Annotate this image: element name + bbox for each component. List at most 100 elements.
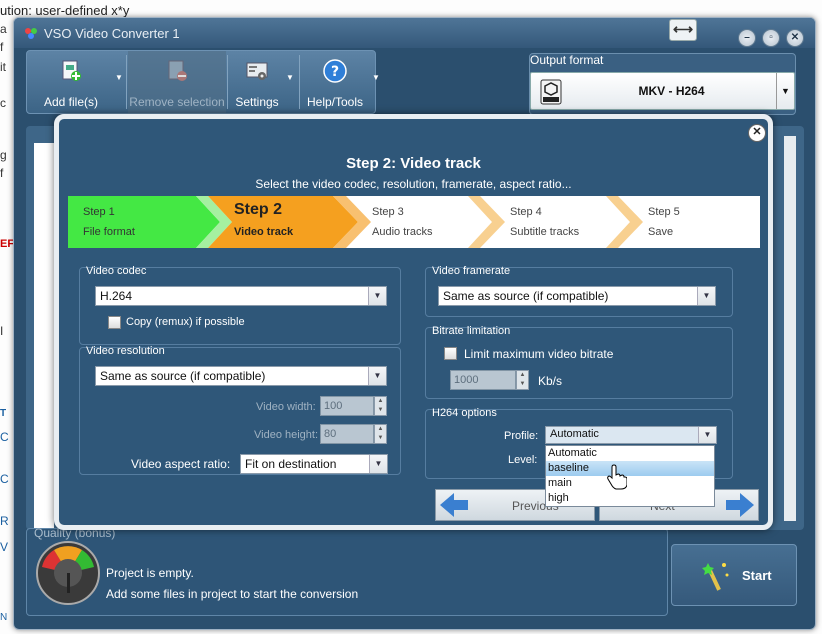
video-track-dialog: ✕ Step 2: Video track Select the video c… xyxy=(54,114,773,530)
file-list-scrollbar[interactable] xyxy=(784,136,796,521)
add-files-dropdown-arrow[interactable]: ▼ xyxy=(115,73,123,82)
start-wand-icon xyxy=(702,563,729,591)
profile-select[interactable]: Automatic ▼ xyxy=(545,426,717,444)
video-resolution-value: Same as source (if compatible) xyxy=(100,369,266,383)
video-codec-group: Video codec H.264 ▼ Copy (remux) if poss… xyxy=(79,265,401,345)
add-files-button[interactable]: Add file(s) xyxy=(27,51,115,113)
video-codec-select[interactable]: H.264 ▼ xyxy=(95,286,387,306)
output-format-label: Output format xyxy=(530,53,604,67)
output-format-dropdown-arrow[interactable]: ▼ xyxy=(776,73,794,109)
limit-bitrate-checkbox[interactable] xyxy=(444,347,457,360)
bg-fragment: T xyxy=(0,408,7,419)
video-framerate-value: Same as source (if compatible) xyxy=(443,289,609,303)
video-aspect-ratio-value: Fit on destination xyxy=(245,457,337,471)
step-name: File format xyxy=(83,226,135,238)
bitrate-limitation-label: Bitrate limitation xyxy=(432,325,511,337)
video-width-label: Video width: xyxy=(256,401,316,413)
limit-bitrate-label: Limit maximum video bitrate xyxy=(464,347,614,361)
background-text: ution: user-defined x*y xyxy=(0,3,130,18)
profile-option-main[interactable]: main xyxy=(546,476,714,491)
video-width-spinner[interactable]: 100 ▲ ▼ xyxy=(320,396,387,416)
remove-selection-button[interactable]: Remove selection xyxy=(128,51,226,113)
help-tools-button[interactable]: ? Help/Tools xyxy=(300,51,370,113)
video-framerate-group: Video framerate Same as source (if compa… xyxy=(425,265,733,317)
remove-selection-label: Remove selection xyxy=(129,95,225,109)
bg-fragment: N xyxy=(0,612,8,623)
start-label: Start xyxy=(742,568,772,583)
status-project-empty: Project is empty. xyxy=(106,566,194,580)
close-button[interactable]: ✕ xyxy=(786,29,804,47)
window-title: VSO Video Converter 1 xyxy=(44,26,180,41)
start-button[interactable]: Start xyxy=(671,544,797,606)
video-height-spinner[interactable]: 80 ▲ ▼ xyxy=(320,424,387,444)
chevron-down-icon: ▼ xyxy=(368,367,386,385)
video-codec-value: H.264 xyxy=(100,289,133,303)
step-number: Step 3 xyxy=(372,206,404,218)
bg-fragment: I xyxy=(0,324,4,338)
step-save[interactable]: Step 5 Save xyxy=(633,196,753,248)
settings-icon xyxy=(246,62,268,80)
step-number: Step 1 xyxy=(83,206,115,218)
bitrate-unit: Kb/s xyxy=(538,374,563,388)
help-dropdown-arrow[interactable]: ▼ xyxy=(372,73,380,82)
h264-options-label: H264 options xyxy=(432,407,497,419)
settings-button[interactable]: Settings xyxy=(228,51,286,113)
help-tools-label: Help/Tools xyxy=(306,95,364,109)
step-name: Audio tracks xyxy=(372,226,433,238)
video-resolution-label: Video resolution xyxy=(86,345,165,357)
remove-selection-icon xyxy=(168,60,187,81)
step-name: Subtitle tracks xyxy=(510,226,580,238)
spinner-arrows-icon[interactable]: ▲ ▼ xyxy=(516,370,529,390)
step-number: Step 5 xyxy=(648,206,680,218)
step-number: Step 4 xyxy=(510,206,542,218)
bg-fragment: c xyxy=(0,96,6,110)
add-files-icon xyxy=(62,60,81,81)
step-name: Save xyxy=(648,226,674,238)
video-framerate-select[interactable]: Same as source (if compatible) ▼ xyxy=(438,286,716,306)
hand-cursor-icon xyxy=(607,464,627,490)
video-height-label: Video height: xyxy=(254,429,319,441)
bg-fragment: f xyxy=(0,40,4,54)
profile-option-baseline[interactable]: baseline xyxy=(546,461,714,476)
output-format-value: MKV - H264 xyxy=(638,84,705,98)
bg-fragment: a xyxy=(0,22,7,36)
copy-remux-checkbox[interactable] xyxy=(108,316,121,329)
step-video-track[interactable]: Step 2 Video track xyxy=(204,196,344,248)
bitrate-value: 1000 xyxy=(454,374,479,386)
dialog-close-button[interactable]: ✕ xyxy=(748,124,766,142)
status-hint: Add some files in project to start the c… xyxy=(106,587,359,601)
chevron-down-icon: ▼ xyxy=(369,455,387,473)
spinner-arrows-icon[interactable]: ▲ ▼ xyxy=(374,396,387,416)
profile-option-high[interactable]: high xyxy=(546,491,714,506)
profile-option-automatic[interactable]: Automatic xyxy=(546,446,714,461)
video-width-value: 100 xyxy=(324,400,343,412)
bg-fragment: it xyxy=(0,60,6,74)
step-name: Video track xyxy=(234,226,294,238)
title-bar[interactable]: VSO Video Converter 1 ⟷ – ▫ ✕ xyxy=(14,18,815,48)
app-logo-icon xyxy=(25,28,37,39)
settings-dropdown-arrow[interactable]: ▼ xyxy=(286,73,294,82)
step-file-format[interactable]: Step 1 File format xyxy=(68,196,208,248)
step-subtitle-tracks[interactable]: Step 4 Subtitle tracks xyxy=(495,196,625,248)
bg-fragment: C xyxy=(0,430,9,444)
step-number: Step 2 xyxy=(234,201,283,218)
profile-dropdown-list: Automatic baseline main high xyxy=(545,445,715,507)
step-audio-tracks[interactable]: Step 3 Audio tracks xyxy=(357,196,487,248)
bg-fragment: f xyxy=(0,166,4,180)
dialog-subtitle: Select the video codec, resolution, fram… xyxy=(255,177,572,191)
level-label: Level: xyxy=(508,454,538,466)
chevron-down-icon: ▼ xyxy=(697,287,715,305)
mkv-icon xyxy=(540,79,562,105)
bitrate-spinner[interactable]: 1000 ▲ ▼ xyxy=(450,370,529,390)
minimize-button[interactable]: – xyxy=(738,29,756,47)
spinner-arrows-icon[interactable]: ▲ ▼ xyxy=(374,424,387,444)
toolbar: Add file(s) ▼ Remove selection Settings … xyxy=(26,50,380,114)
maximize-button[interactable]: ▫ xyxy=(762,29,780,47)
resize-handle[interactable]: ⟷ xyxy=(669,19,697,41)
video-resolution-group: Video resolution Same as source (if comp… xyxy=(79,345,401,475)
copy-remux-label: Copy (remux) if possible xyxy=(126,316,245,328)
video-aspect-ratio-select[interactable]: Fit on destination ▼ xyxy=(240,454,388,474)
video-resolution-select[interactable]: Same as source (if compatible) ▼ xyxy=(95,366,387,386)
video-codec-label: Video codec xyxy=(86,265,147,277)
output-format-select[interactable]: MKV - H264 ▼ xyxy=(530,72,795,110)
